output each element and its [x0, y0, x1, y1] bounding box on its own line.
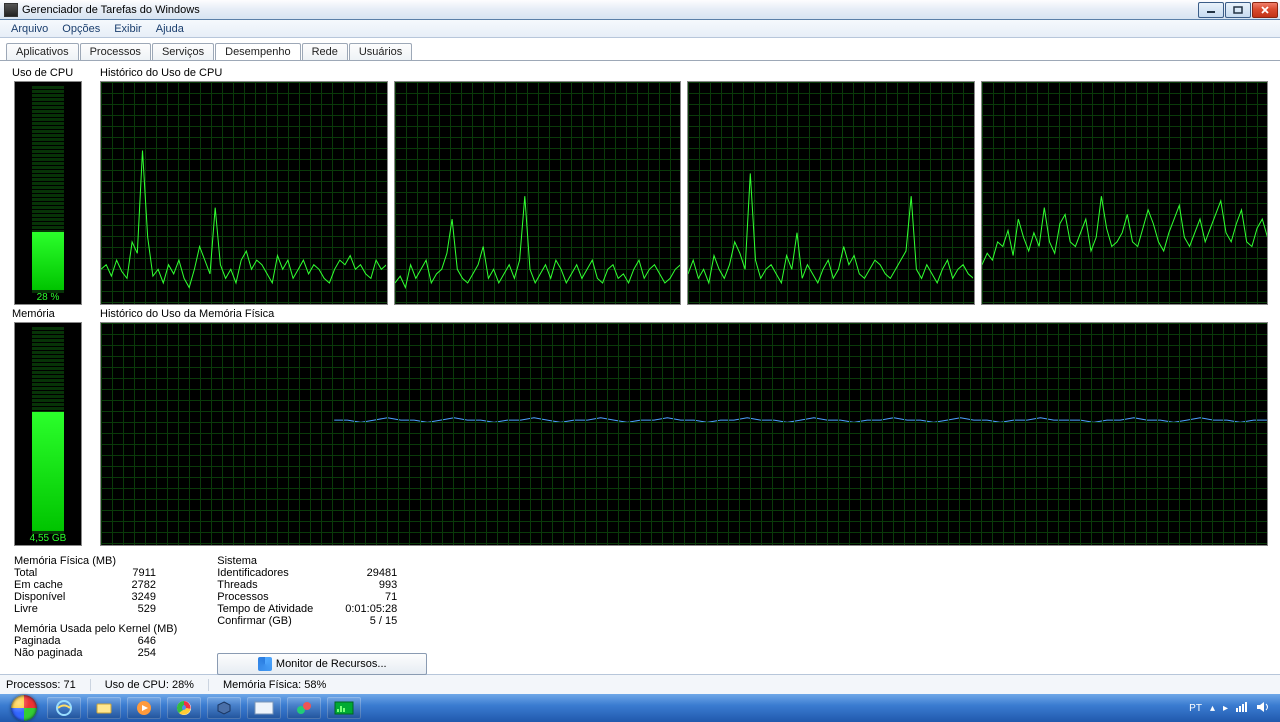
menu-arquivo[interactable]: Arquivo — [4, 23, 55, 35]
cpu-core-0-graph — [100, 81, 388, 305]
memory-meter-value: 4,55 GB — [15, 533, 81, 544]
memory-meter: 4,55 GB — [14, 322, 82, 546]
handles-label: Identificadores — [217, 567, 289, 579]
menu-opcoes[interactable]: Opções — [55, 23, 107, 35]
cpu-usage-label: Uso de CPU — [12, 67, 100, 79]
taskbar-app-icon-1[interactable] — [247, 697, 281, 719]
avail-value: 3249 — [132, 591, 156, 603]
total-label: Total — [14, 567, 37, 579]
taskbar-explorer-icon[interactable] — [87, 697, 121, 719]
tab-usuarios[interactable]: Usuários — [349, 43, 412, 60]
cache-value: 2782 — [132, 579, 156, 591]
tab-strip: Aplicativos Processos Serviços Desempenh… — [0, 38, 1280, 60]
taskbar-ie-icon[interactable] — [47, 697, 81, 719]
stats-section: Memória Física (MB) Total 7911 Em cache 27… — [12, 555, 1268, 675]
threads-label: Threads — [217, 579, 257, 591]
cache-label: Em cache — [14, 579, 63, 591]
uptime-label: Tempo de Atividade — [217, 603, 313, 615]
tray-volume-icon[interactable] — [1256, 701, 1270, 716]
window-title: Gerenciador de Tarefas do Windows — [22, 4, 1197, 16]
mem-history-label: Histórico do Uso da Memória Física — [100, 308, 1268, 320]
status-cpu: Uso de CPU: 28% — [91, 679, 209, 691]
taskbar: PT ▴ ▸ — [0, 694, 1280, 722]
free-value: 529 — [138, 603, 156, 615]
cpu-core-2-graph — [687, 81, 975, 305]
tray-language[interactable]: PT — [1189, 703, 1202, 714]
resource-monitor-label: Monitor de Recursos... — [276, 658, 387, 670]
close-button[interactable] — [1252, 2, 1278, 18]
taskbar-app-icon-2[interactable] — [287, 697, 321, 719]
performance-panel: Uso de CPU 28 % Histórico do Uso de CPU … — [0, 60, 1280, 674]
commit-value: 5 / 15 — [370, 615, 398, 627]
threads-value: 993 — [379, 579, 397, 591]
menubar: Arquivo Opções Exibir Ajuda — [0, 20, 1280, 38]
taskbar-virtualbox-icon[interactable] — [207, 697, 241, 719]
system-tray: PT ▴ ▸ — [1183, 701, 1276, 716]
menu-ajuda[interactable]: Ajuda — [149, 23, 191, 35]
windows-logo-icon — [11, 695, 37, 721]
paged-value: 646 — [138, 635, 156, 647]
kernel-mem-header: Memória Usada pelo Kernel (MB) — [14, 623, 177, 635]
paged-label: Paginada — [14, 635, 61, 647]
cpu-core-1-graph — [394, 81, 682, 305]
tray-network-icon[interactable] — [1236, 702, 1248, 715]
cpu-history-graphs — [100, 81, 1268, 305]
app-icon — [4, 3, 18, 17]
uptime-value: 0:01:05:28 — [345, 603, 397, 615]
cpu-meter-value: 28 % — [15, 292, 81, 303]
nonpaged-label: Não paginada — [14, 647, 83, 659]
tab-processos[interactable]: Processos — [80, 43, 151, 60]
tray-chevron-icon[interactable]: ▴ — [1210, 703, 1215, 714]
start-button[interactable] — [4, 694, 44, 722]
resource-monitor-button[interactable]: Monitor de Recursos... — [217, 653, 427, 675]
status-memory: Memória Física: 58% — [209, 679, 340, 691]
window-titlebar: Gerenciador de Tarefas do Windows — [0, 0, 1280, 20]
taskbar-chrome-icon[interactable] — [167, 697, 201, 719]
window-controls — [1197, 2, 1278, 18]
procs-label: Processos — [217, 591, 268, 603]
nonpaged-value: 254 — [138, 647, 156, 659]
memory-label: Memória — [12, 308, 100, 320]
avail-label: Disponível — [14, 591, 65, 603]
phys-mem-block: Memória Física (MB) Total 7911 Em cache 27… — [14, 555, 177, 675]
handles-value: 29481 — [367, 567, 398, 579]
tab-servicos[interactable]: Serviços — [152, 43, 214, 60]
memory-history-graph — [100, 322, 1268, 546]
status-bar: Processos: 71 Uso de CPU: 28% Memória Fí… — [0, 674, 1280, 694]
free-label: Livre — [14, 603, 38, 615]
cpu-meter: 28 % — [14, 81, 82, 305]
tab-rede[interactable]: Rede — [302, 43, 348, 60]
tab-aplicativos[interactable]: Aplicativos — [6, 43, 79, 60]
commit-label: Confirmar (GB) — [217, 615, 292, 627]
cpu-core-3-graph — [981, 81, 1269, 305]
cpu-history-label: Histórico do Uso de CPU — [100, 67, 1268, 79]
system-header: Sistema — [217, 555, 427, 567]
resource-monitor-icon — [258, 657, 272, 671]
menu-exibir[interactable]: Exibir — [107, 23, 149, 35]
tab-desempenho[interactable]: Desempenho — [215, 43, 300, 61]
taskbar-media-player-icon[interactable] — [127, 697, 161, 719]
phys-mem-header: Memória Física (MB) — [14, 555, 177, 567]
minimize-button[interactable] — [1198, 2, 1224, 18]
taskbar-task-manager-icon[interactable] — [327, 697, 361, 719]
total-value: 7911 — [132, 567, 156, 579]
procs-value: 71 — [385, 591, 397, 603]
system-block: Sistema Identificadores29481 Threads993 … — [217, 555, 427, 675]
tray-flag-icon[interactable]: ▸ — [1223, 703, 1228, 714]
maximize-button[interactable] — [1225, 2, 1251, 18]
status-processes: Processos: 71 — [6, 679, 91, 691]
